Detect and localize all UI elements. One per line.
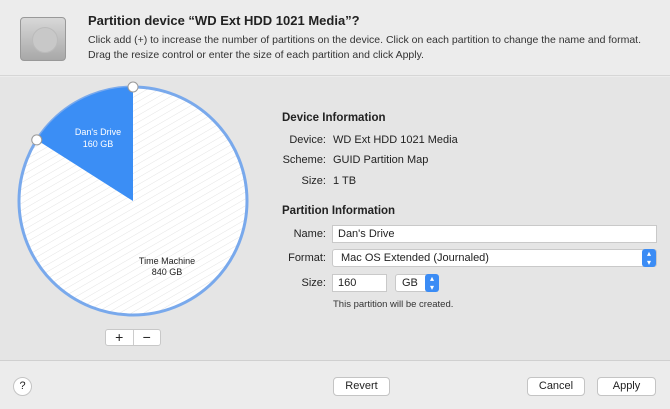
cancel-button[interactable]: Cancel [527,377,585,396]
slice-label-name: Dan's Drive [75,127,121,137]
partition-pie-chart[interactable]: Dan's Drive 160 GB Time Machine 840 GB [0,77,270,327]
device-info-heading: Device Information [282,112,386,124]
size-label: Size: [301,175,326,187]
hard-drive-icon [20,17,66,61]
format-select[interactable]: Mac OS Extended (Journaled) [332,249,657,267]
format-value: Mac OS Extended (Journaled) [341,252,489,264]
dialog-header: Partition device “WD Ext HDD 1021 Media”… [0,0,670,76]
partition-info-heading: Partition Information [282,205,396,217]
remove-partition-button[interactable]: − [132,330,161,345]
unit-value: GB [402,277,418,289]
size-value: 1 TB [333,175,357,187]
resize-handle[interactable] [127,81,139,93]
partition-note: This partition will be created. [333,299,454,310]
slice-label-name: Time Machine [139,256,195,266]
name-label: Name: [293,228,326,240]
partition-size-input[interactable]: 160 [332,274,387,292]
device-label: Device: [289,134,326,146]
slice-label-size: 840 GB [152,267,183,277]
size-label: Size: [301,277,326,289]
add-partition-button[interactable]: + [106,330,133,345]
scheme-label: Scheme: [282,154,326,166]
format-label: Format: [288,252,326,264]
slice-label-size: 160 GB [83,139,114,149]
unit-stepper-icon[interactable]: ▴ ▾ [425,274,439,292]
format-stepper-icon[interactable]: ▴ ▾ [642,249,656,267]
help-button[interactable]: ? [13,377,32,396]
revert-button[interactable]: Revert [333,377,390,396]
partition-name-input[interactable]: Dan's Drive [332,225,657,243]
dialog-description: Click add (+) to increase the number of … [88,34,642,61]
add-remove-control: + − [105,329,161,346]
scheme-value: GUID Partition Map [333,154,429,166]
device-value: WD Ext HDD 1021 Media [333,134,458,146]
apply-button[interactable]: Apply [597,377,656,396]
dialog-title: Partition device “WD Ext HDD 1021 Media”… [88,13,360,28]
resize-handle[interactable] [31,134,43,146]
